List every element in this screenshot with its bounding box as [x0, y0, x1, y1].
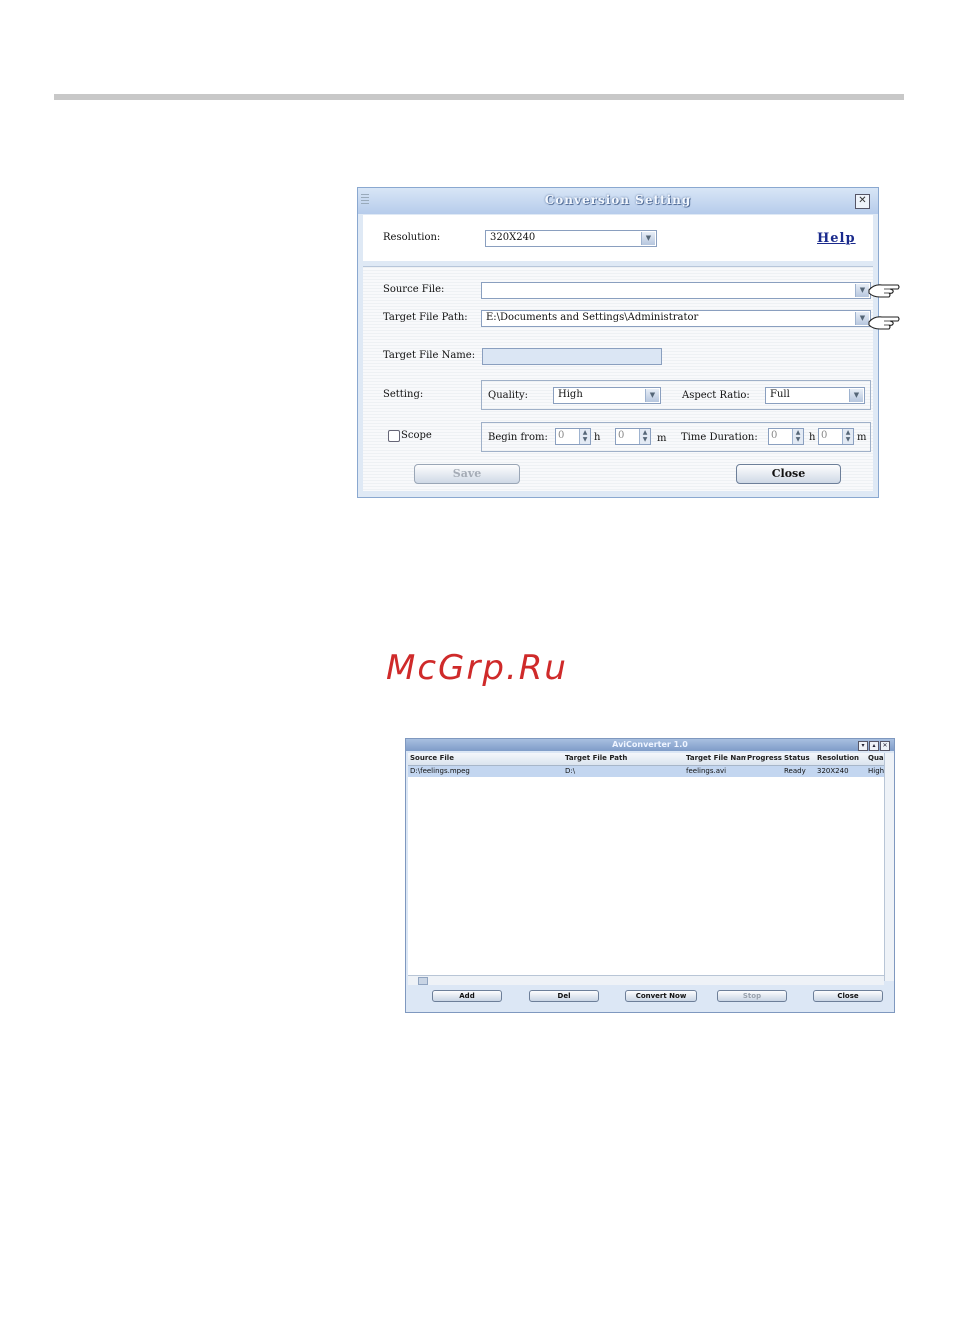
stop-button[interactable]: Stop — [717, 990, 787, 1002]
stepper-arrows-icon[interactable]: ▲ ▼ — [579, 429, 590, 444]
pointing-hand-icon — [868, 316, 900, 330]
settings-panel: Source File: ▼ Target File Path: E:\Docu… — [363, 266, 873, 491]
cell-source-file: D:\feelings.mpeg — [410, 767, 470, 775]
cell-resolution: 320X240 — [817, 767, 849, 775]
target-path-label: Target File Path: — [383, 312, 468, 323]
del-button[interactable]: Del — [529, 990, 599, 1002]
column-target-file-path[interactable]: Target File Path — [565, 754, 680, 762]
table-row[interactable]: D:\feelings.mpeg D:\ feelings.avi Ready … — [408, 766, 884, 777]
cell-status: Ready — [784, 767, 806, 775]
close-icon[interactable]: ✕ — [855, 194, 870, 209]
window-title-bar[interactable]: AviConverter 1.0 ▾ ▴ ✕ — [406, 739, 894, 751]
resolution-select[interactable]: 320X240 ▼ — [485, 230, 657, 247]
maximize-icon[interactable]: ▴ — [869, 741, 879, 751]
add-button[interactable]: Add — [432, 990, 502, 1002]
close-button[interactable]: Close — [736, 464, 841, 484]
column-quality[interactable]: Qual — [868, 754, 884, 762]
cell-target-file-path: D:\ — [565, 767, 576, 775]
resolution-panel: Resolution: 320X240 ▼ — [363, 215, 873, 261]
table-header: Source File Target File Path Target File… — [408, 753, 884, 766]
column-target-file-name[interactable]: Target File Name — [686, 754, 746, 762]
convert-now-button[interactable]: Convert Now — [625, 990, 697, 1002]
begin-hours-stepper[interactable]: 0 ▲ ▼ — [555, 428, 591, 445]
horizontal-scrollbar[interactable] — [408, 975, 884, 985]
chevron-down-icon[interactable]: ▼ — [641, 232, 655, 245]
pointing-hand-icon — [868, 284, 900, 298]
source-file-label: Source File: — [383, 284, 445, 295]
duration-minutes-stepper[interactable]: 0 ▲ ▼ — [818, 428, 854, 445]
close-icon[interactable]: ✕ — [880, 741, 890, 751]
stepper-arrows-icon[interactable]: ▲ ▼ — [842, 429, 853, 444]
close-button[interactable]: Close — [813, 990, 883, 1002]
page-header-rule — [54, 94, 904, 100]
dialog-title: Conversion Setting — [544, 193, 692, 207]
chevron-down-icon[interactable]: ▼ — [855, 312, 869, 325]
cell-target-file-name: feelings.avi — [686, 767, 727, 775]
time-duration-label: Time Duration: — [681, 432, 758, 443]
target-path-value: E:\Documents and Settings\Administrator — [486, 312, 699, 323]
aspect-ratio-value: Full — [770, 389, 790, 400]
begin-hours-value: 0 — [558, 430, 565, 441]
column-progress[interactable]: Progress — [747, 754, 783, 762]
minimize-icon[interactable]: ▾ — [858, 741, 868, 751]
column-source-file[interactable]: Source File — [410, 754, 560, 762]
watermark: McGrp.Ru — [386, 648, 568, 688]
minutes-unit: m — [657, 433, 667, 444]
hours-unit: h — [809, 432, 816, 443]
setting-label: Setting: — [383, 389, 424, 400]
minutes-unit: m — [857, 432, 867, 443]
duration-hours-stepper[interactable]: 0 ▲ ▼ — [768, 428, 804, 445]
conversion-setting-dialog: Conversion Setting ✕ Resolution: 320X240… — [357, 187, 879, 498]
hours-unit: h — [594, 432, 601, 443]
cell-quality: High — [868, 767, 884, 775]
window-title: AviConverter 1.0 — [612, 740, 688, 749]
scope-label: Scope — [401, 430, 432, 441]
aviconverter-window: AviConverter 1.0 ▾ ▴ ✕ Source File Targe… — [405, 738, 895, 1013]
scroll-thumb[interactable] — [418, 977, 428, 985]
resolution-value: 320X240 — [490, 232, 536, 243]
duration-hours-value: 0 — [771, 430, 778, 441]
chevron-down-icon[interactable]: ▼ — [645, 389, 659, 402]
target-name-label: Target File Name: — [383, 350, 476, 361]
aspect-ratio-label: Aspect Ratio: — [682, 390, 750, 401]
column-resolution[interactable]: Resolution — [817, 754, 867, 762]
source-file-input[interactable]: ▼ — [481, 282, 871, 299]
scope-checkbox[interactable] — [388, 430, 400, 442]
chevron-down-icon[interactable]: ▼ — [849, 389, 863, 402]
begin-minutes-stepper[interactable]: 0 ▲ ▼ — [615, 428, 651, 445]
dialog-title-bar[interactable]: Conversion Setting ✕ — [358, 188, 878, 214]
vertical-scrollbar[interactable] — [884, 753, 894, 981]
chevron-down-icon[interactable]: ▼ — [855, 284, 869, 297]
stepper-arrows-icon[interactable]: ▲ ▼ — [639, 429, 650, 444]
conversion-table: Source File Target File Path Target File… — [408, 753, 884, 981]
resolution-label: Resolution: — [383, 232, 441, 243]
duration-minutes-value: 0 — [821, 430, 828, 441]
save-button[interactable]: Save — [414, 464, 520, 484]
column-status[interactable]: Status — [784, 754, 816, 762]
quality-select[interactable]: High ▼ — [553, 387, 661, 404]
quality-label: Quality: — [488, 390, 529, 401]
target-path-input[interactable]: E:\Documents and Settings\Administrator … — [481, 310, 871, 327]
begin-from-label: Begin from: — [488, 432, 548, 443]
aspect-ratio-select[interactable]: Full ▼ — [765, 387, 865, 404]
begin-minutes-value: 0 — [618, 430, 625, 441]
target-name-input[interactable] — [482, 348, 662, 365]
stepper-arrows-icon[interactable]: ▲ ▼ — [792, 429, 803, 444]
help-link[interactable]: Help — [817, 231, 856, 246]
quality-value: High — [558, 389, 583, 400]
